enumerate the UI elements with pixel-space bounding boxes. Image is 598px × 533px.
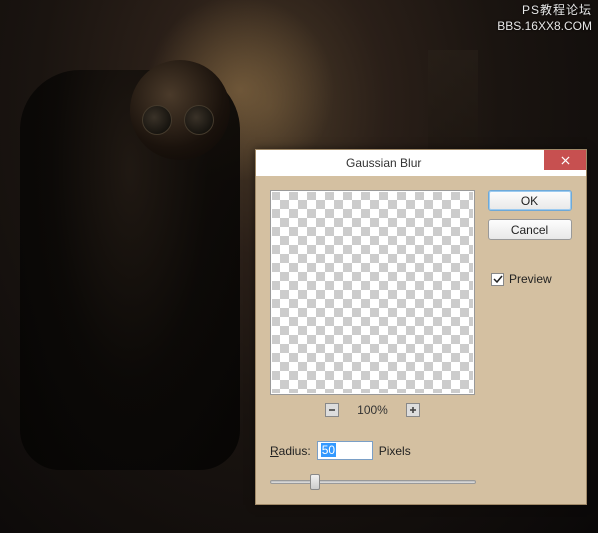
- cancel-button[interactable]: Cancel: [488, 219, 572, 240]
- ok-label: OK: [521, 194, 538, 208]
- dialog-titlebar[interactable]: Gaussian Blur: [256, 150, 586, 176]
- plus-icon: [409, 406, 417, 414]
- close-button[interactable]: [544, 150, 586, 170]
- preview-column: 100%: [270, 190, 475, 417]
- controls-column: OK Cancel Preview: [487, 190, 572, 417]
- radius-input[interactable]: 50: [317, 441, 373, 460]
- mask-eye-right: [184, 105, 214, 135]
- gaussian-blur-dialog: Gaussian Blur 100% OK Cancel: [255, 149, 587, 505]
- zoom-percent: 100%: [357, 403, 388, 417]
- preview-label: Preview: [509, 272, 552, 286]
- check-icon: [493, 274, 503, 284]
- radius-slider[interactable]: [270, 480, 476, 484]
- watermark-line2: BBS.16XX8.COM: [497, 19, 592, 35]
- preview-canvas[interactable]: [270, 190, 475, 395]
- preview-checkbox-row[interactable]: Preview: [487, 272, 552, 286]
- radius-label: Radius:: [270, 444, 311, 458]
- zoom-out-button[interactable]: [325, 403, 339, 417]
- radius-value: 50: [321, 443, 336, 457]
- close-icon: [561, 156, 570, 165]
- zoom-controls: 100%: [270, 403, 475, 417]
- dialog-body: 100% OK Cancel Preview: [256, 176, 586, 427]
- slider-thumb[interactable]: [310, 474, 320, 490]
- watermark: PS教程论坛 BBS.16XX8.COM: [497, 3, 592, 34]
- dialog-title: Gaussian Blur: [346, 156, 421, 170]
- ok-button[interactable]: OK: [488, 190, 572, 211]
- preview-checkbox[interactable]: [491, 273, 504, 286]
- slider-track: [270, 480, 476, 484]
- radius-row: Radius: 50 Pixels: [270, 441, 411, 460]
- minus-icon: [328, 406, 336, 414]
- watermark-line1: PS教程论坛: [497, 3, 592, 19]
- gas-mask-helmet: [130, 60, 230, 160]
- radius-units: Pixels: [379, 444, 411, 458]
- zoom-in-button[interactable]: [406, 403, 420, 417]
- cancel-label: Cancel: [511, 223, 548, 237]
- mask-eye-left: [142, 105, 172, 135]
